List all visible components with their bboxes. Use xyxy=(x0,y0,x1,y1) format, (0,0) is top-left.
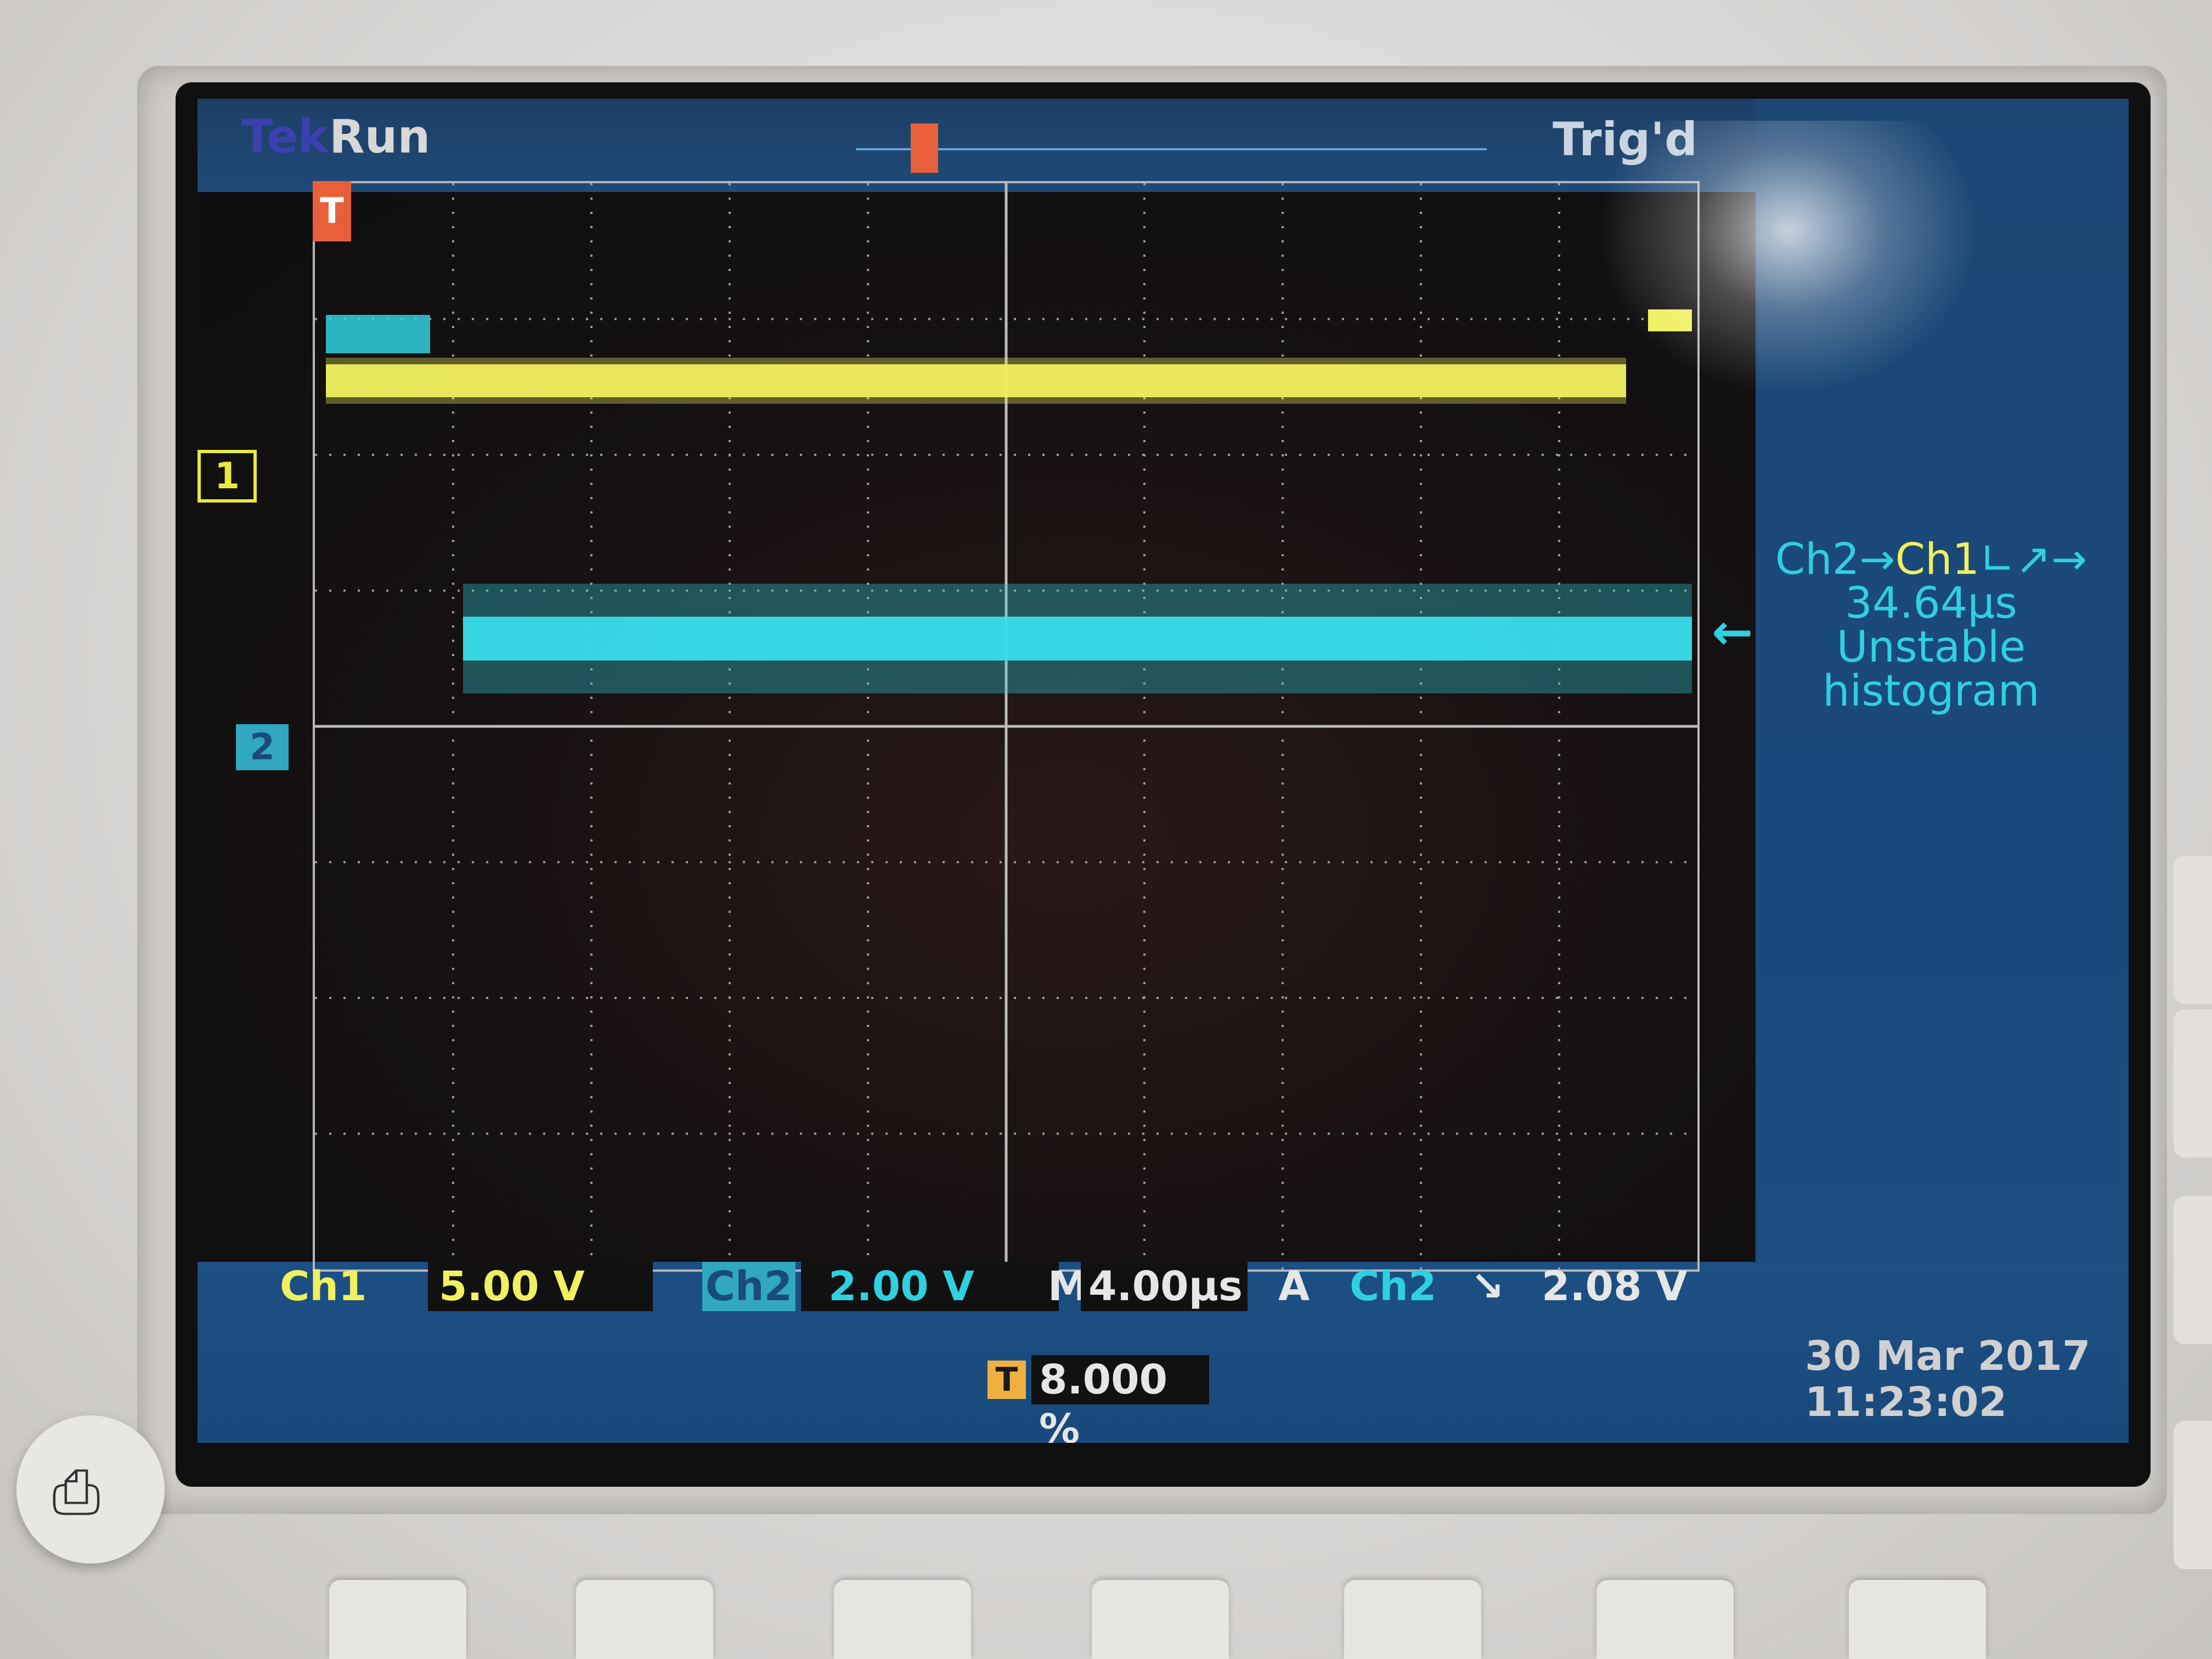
menu-button-6[interactable] xyxy=(1596,1580,1734,1659)
trigger-source: Ch2 xyxy=(1350,1263,1437,1310)
trigger-level: 2.08 V xyxy=(1542,1263,1688,1310)
ch2-trace-noise xyxy=(463,584,1692,693)
date: 30 Mar 2017 xyxy=(1805,1333,2091,1380)
oscilloscope-screen: Tek Run Trig'd T 1 2 ← Ch2→Ch1∟↗→ 34.64µ… xyxy=(198,99,2129,1443)
record-trigger-marker xyxy=(911,123,938,173)
edge-icon: ∟↗→ xyxy=(1979,535,2087,584)
menu-button-5[interactable] xyxy=(1344,1580,1481,1659)
ch1-label: Ch1 xyxy=(280,1263,367,1310)
trigger-badge: T xyxy=(988,1361,1026,1399)
timebase-value: 4.00µs xyxy=(1081,1262,1248,1311)
print-button[interactable]: ⎙ xyxy=(16,1415,165,1564)
menu-button-7[interactable] xyxy=(1849,1580,1986,1659)
ch1-ground-marker: 1 xyxy=(198,450,257,503)
trigger-mode-label: A xyxy=(1278,1263,1310,1310)
measurement-readout: Ch2→Ch1∟↗→ 34.64µs Unstable histogram xyxy=(1767,538,2096,713)
printer-icon: ⎙ xyxy=(52,1457,100,1527)
ch2-ground-marker: 2 xyxy=(236,724,289,770)
menu-button-4[interactable] xyxy=(1092,1580,1229,1659)
waveform-display xyxy=(315,183,1697,1269)
trigger-slope-icon: ↘ xyxy=(1470,1263,1505,1310)
time: 11:23:02 xyxy=(1805,1379,2007,1426)
measurement-status-2: histogram xyxy=(1822,667,2040,716)
graticule xyxy=(313,181,1700,1272)
side-button-3[interactable] xyxy=(2174,1196,2212,1344)
brand-label: Tek xyxy=(241,110,329,163)
date-time: 30 Mar 2017 11:23:02 xyxy=(1805,1333,2091,1425)
measurement-value: 34.64µs xyxy=(1845,579,2017,628)
side-button-2[interactable] xyxy=(2174,1009,2212,1158)
channel-settings-row: Ch1 5.00 V Ch2 2.00 V M 4.00µs A Ch2 ↘ 2… xyxy=(198,1262,2129,1317)
measurement-source: Ch2→Ch1∟↗→ xyxy=(1775,535,2087,584)
trigger-position-marker: T xyxy=(313,181,351,241)
ch2-scale: 2.00 V xyxy=(801,1262,1059,1311)
acquisition-state: Run xyxy=(329,110,431,163)
menu-button-2[interactable] xyxy=(576,1580,713,1659)
measurement-status: Unstable xyxy=(1836,623,2026,672)
ch2-trace-high xyxy=(326,315,430,353)
bottom-menu-buttons xyxy=(0,1580,2212,1659)
screen-glare xyxy=(1596,121,1980,395)
record-view-bar xyxy=(856,148,1487,150)
menu-button-1[interactable] xyxy=(329,1580,466,1659)
trigger-position-value: 8.000 % xyxy=(1031,1355,1209,1443)
ch2-label: Ch2 xyxy=(702,1262,795,1311)
ch1-trace-noise xyxy=(326,358,1626,404)
trigger-level-arrow-icon: ← xyxy=(1712,603,1753,661)
menu-button-3[interactable] xyxy=(834,1580,971,1659)
side-button-4[interactable] xyxy=(2174,1421,2212,1569)
ch1-scale: 5.00 V xyxy=(428,1262,653,1311)
side-button-1[interactable] xyxy=(2174,856,2212,1004)
